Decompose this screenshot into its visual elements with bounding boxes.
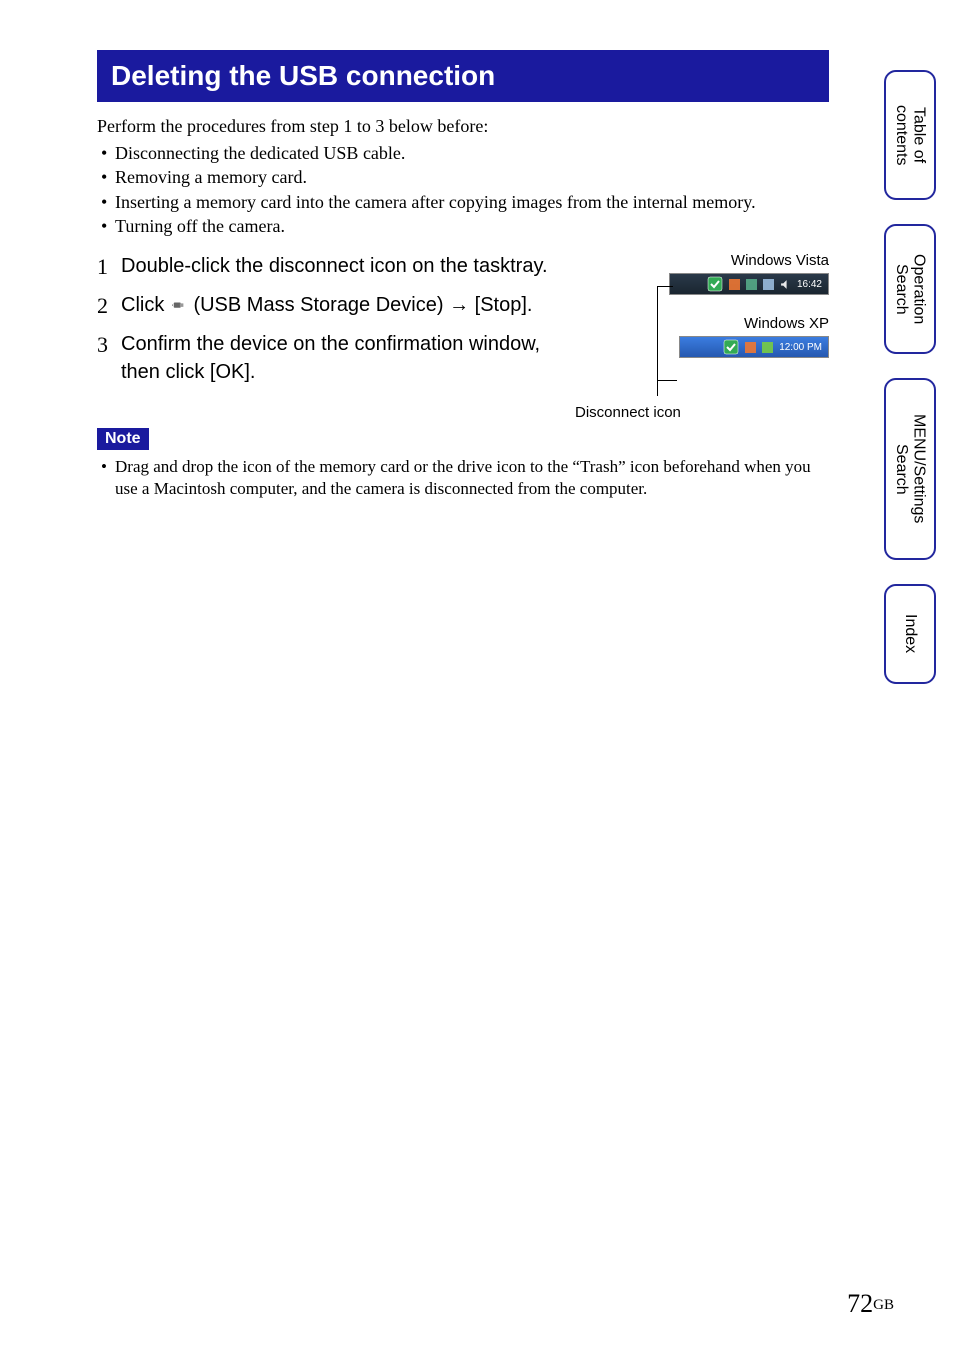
step-3: 3 Confirm the device on the confirmation… <box>97 330 571 386</box>
tab-index[interactable]: Index <box>884 584 936 684</box>
xp-tasktray: 12:00 PM <box>591 336 829 358</box>
tray-icon <box>745 342 756 353</box>
leader-line <box>657 380 677 381</box>
list-item: Inserting a memory card into the camera … <box>97 190 829 214</box>
illustration-column: Windows Vista 16:42 Windows XP <box>591 252 829 394</box>
tab-table-of-contents[interactable]: Table of contents <box>884 70 936 200</box>
tray-icon <box>762 342 773 353</box>
step-number: 1 <box>97 252 121 283</box>
step2-mid: (USB Mass Storage Device) <box>193 294 449 316</box>
list-item: Disconnecting the dedicated USB cable. <box>97 141 829 165</box>
step-text: Click (USB Mass Storage Device) → [Stop]… <box>121 291 532 322</box>
step-2: 2 Click (USB Mass Storage Device) → [Sto… <box>97 291 571 322</box>
tray-icon <box>729 279 740 290</box>
vista-label: Windows Vista <box>591 252 829 269</box>
disconnect-icon <box>723 339 739 355</box>
leader-line <box>657 380 658 396</box>
intro-text: Perform the procedures from step 1 to 3 … <box>97 116 829 137</box>
vista-time: 16:42 <box>797 279 822 290</box>
step2-suffix: [Stop]. <box>475 294 533 316</box>
note-badge: Note <box>97 428 149 450</box>
tab-label: Table of contents <box>892 91 927 179</box>
step-text: Double-click the disconnect icon on the … <box>121 252 548 283</box>
note-bullet-list: Drag and drop the icon of the memory car… <box>97 456 829 500</box>
xp-time: 12:00 PM <box>779 342 822 353</box>
step-number: 2 <box>97 291 121 322</box>
tab-label: Index <box>901 600 919 667</box>
arrow-right-icon: → <box>449 294 469 316</box>
tab-label: MENU/Settings Search <box>892 400 927 537</box>
tab-menu-settings-search[interactable]: MENU/Settings Search <box>884 378 936 560</box>
vista-tasktray: 16:42 <box>591 273 829 295</box>
tab-operation-search[interactable]: Operation Search <box>884 224 936 354</box>
usb-device-icon <box>172 299 186 313</box>
tab-label: Operation Search <box>892 240 927 338</box>
step-text: Confirm the device on the confirmation w… <box>121 330 571 386</box>
page-number: 72 <box>847 1289 873 1318</box>
step-1: 1 Double-click the disconnect icon on th… <box>97 252 571 283</box>
xp-label: Windows XP <box>591 315 829 332</box>
step2-prefix: Click <box>121 294 170 316</box>
list-item: Drag and drop the icon of the memory car… <box>97 456 829 500</box>
tray-icon <box>763 279 774 290</box>
step-number: 3 <box>97 330 121 386</box>
side-tabs: Table of contents Operation Search MENU/… <box>884 70 936 684</box>
page-suffix: GB <box>873 1297 894 1313</box>
leader-line <box>657 286 658 380</box>
page-footer: 72GB <box>847 1289 894 1319</box>
page-title: Deleting the USB connection <box>97 50 829 102</box>
disconnect-icon <box>707 276 723 292</box>
tray-icon <box>746 279 757 290</box>
list-item: Removing a memory card. <box>97 165 829 189</box>
volume-icon <box>780 279 791 290</box>
leader-line <box>657 286 673 287</box>
intro-bullet-list: Disconnecting the dedicated USB cable. R… <box>97 141 829 238</box>
list-item: Turning off the camera. <box>97 214 829 238</box>
disconnect-icon-label: Disconnect icon <box>575 404 681 421</box>
